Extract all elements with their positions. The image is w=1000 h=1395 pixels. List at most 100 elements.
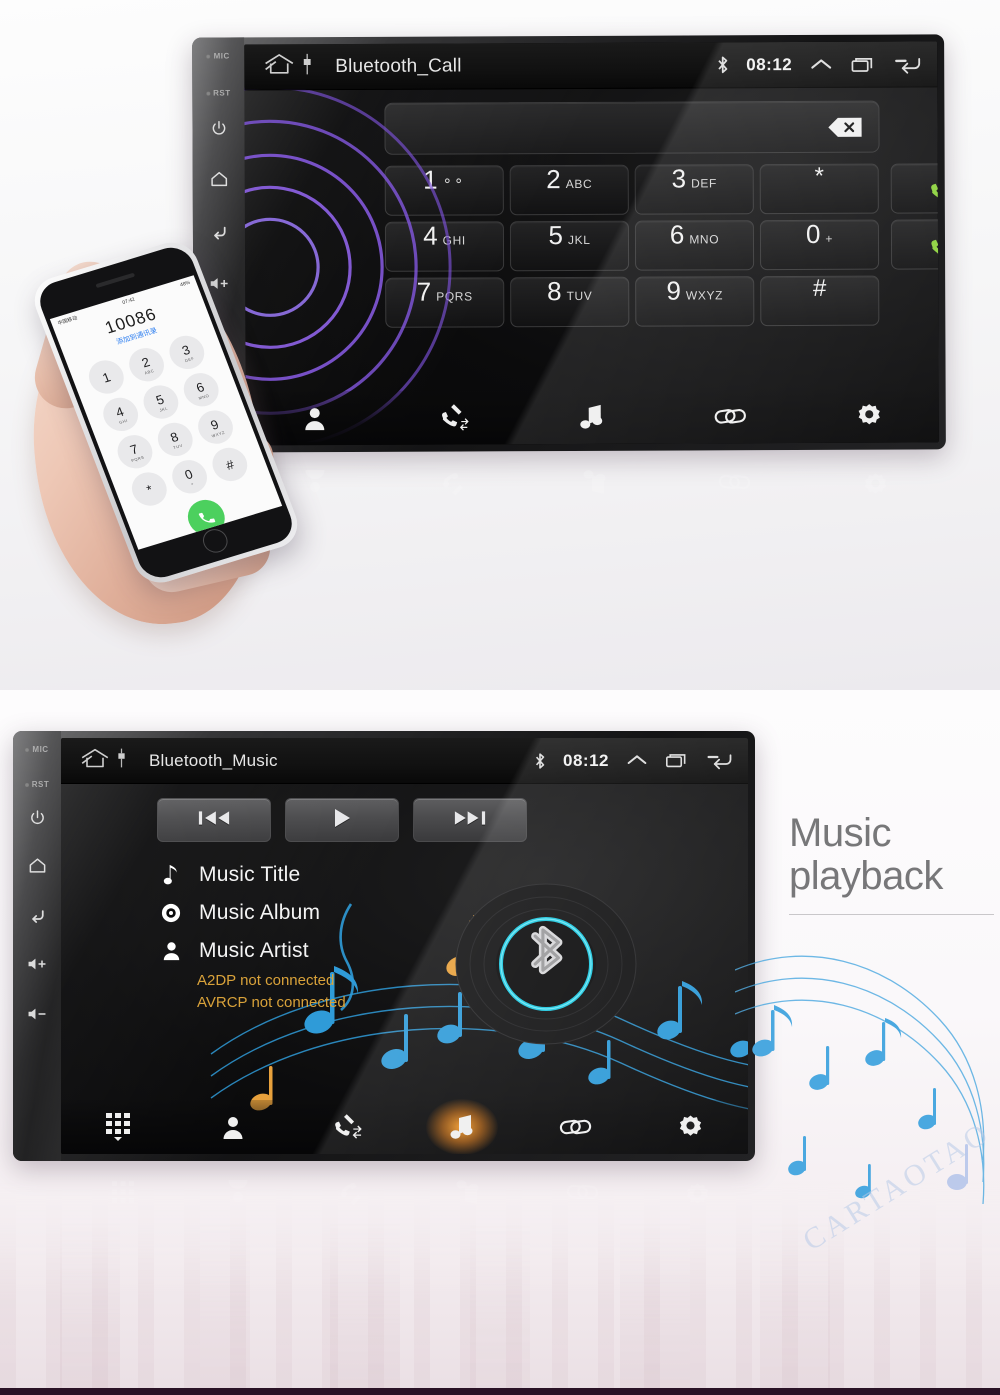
dial-key-3[interactable]: 3 DEF [634, 163, 754, 215]
person-icon [161, 941, 181, 961]
phone-dial-key[interactable]: 6 MNO [178, 368, 224, 411]
dial-key-letters: WXYZ [685, 288, 724, 303]
phone-dial-key[interactable]: 0 + [167, 455, 212, 498]
phone-number-input[interactable] [384, 100, 880, 155]
dial-key-4[interactable]: 4 GHI [384, 220, 505, 272]
play-button[interactable] [285, 798, 399, 842]
phone-dialpad[interactable]: 1 2 ABC 3 DEF 4 GHI 5 JKL 6 MNO 7 PQRS 8 TUV 9 WXYZ * 0 + # [83, 331, 254, 510]
phone-dial-key[interactable]: 1 [83, 356, 129, 398]
dial-key-star[interactable]: * [759, 163, 879, 215]
music-status-bar: Bluetooth_Music 08:12 [61, 738, 748, 784]
nav-music[interactable] [523, 403, 662, 432]
chevron-up-icon[interactable] [626, 753, 648, 768]
nav-call-history[interactable] [384, 403, 523, 432]
nav-music[interactable] [405, 1099, 520, 1154]
chevron-up-icon[interactable] [809, 56, 833, 72]
backspace-icon[interactable] [824, 115, 864, 139]
reset-label[interactable]: RST [24, 780, 50, 789]
dialpad-keys[interactable]: 1 ∘∘ 2 ABC 3 DEF * 4 GHI 5 JKL 6 MNO 0 + 7 PQRS 8 TUV 9 WXYZ… [384, 163, 880, 328]
nav-link[interactable] [519, 1115, 634, 1139]
phone-carrier: 中国移动 [57, 315, 79, 327]
back-arrow-icon[interactable] [706, 750, 734, 771]
home-shortcut-group[interactable] [79, 747, 127, 775]
nav-settings[interactable] [634, 1114, 749, 1141]
phone-tab-keypad[interactable] [239, 532, 252, 547]
phone-dial-key[interactable]: 9 WXYZ [193, 406, 238, 448]
phone-dial-key-digit: 2 [139, 353, 152, 370]
dial-key-0[interactable]: 0 + [759, 218, 880, 271]
dial-key-hash[interactable]: # [760, 274, 880, 327]
phone-dial-key[interactable]: 3 DEF [164, 331, 210, 374]
power-icon[interactable] [210, 119, 227, 136]
dial-key-digit: 1 [423, 164, 438, 195]
track-info-label: Music Album [199, 901, 321, 924]
redial-button[interactable]: RE [890, 219, 939, 270]
dial-key-2[interactable]: 2 ABC [509, 164, 629, 216]
recent-apps-icon[interactable] [850, 55, 876, 73]
skip-next-icon [453, 808, 487, 833]
home-shortcut-group[interactable] [262, 52, 313, 81]
phone-dial-key-letters: + [189, 480, 195, 487]
phone-dial-key[interactable]: 7 PQRS [112, 430, 158, 473]
nav-link[interactable] [661, 404, 800, 429]
home-icon[interactable] [209, 169, 228, 188]
dial-call-button[interactable] [890, 163, 939, 214]
dial-key-8[interactable]: 8 TUV [510, 276, 630, 328]
dial-key-7[interactable]: 7 PQRS [385, 277, 505, 328]
caption-line-1: Music [789, 811, 891, 855]
dial-key-digit: 3 [671, 163, 687, 194]
phone-dial-key[interactable]: 2 ABC [124, 343, 169, 386]
music-screen-title: Bluetooth_Music [149, 750, 278, 770]
track-info-row: Music Title [161, 856, 346, 894]
nav-dialpad[interactable] [61, 1112, 176, 1142]
track-info-label: Music Artist [199, 939, 309, 962]
phone-dial-key[interactable]: # [207, 443, 253, 486]
volume-down-icon[interactable] [27, 1006, 47, 1022]
dial-key-9[interactable]: 9 WXYZ [635, 276, 755, 327]
dial-key-1[interactable]: 1 ∘∘ [384, 164, 504, 216]
reset-label[interactable]: RST [206, 88, 231, 98]
screen-off-icon[interactable] [301, 52, 313, 81]
home-roof-icon[interactable] [262, 52, 296, 81]
phone-dial-key-digit: 9 [208, 416, 221, 433]
gear-icon [677, 1114, 704, 1141]
phone-dial-key[interactable]: 4 GHI [98, 393, 144, 436]
nav-call-history[interactable] [290, 1113, 405, 1141]
music-bottom-nav[interactable] [61, 1099, 749, 1154]
phone-dial-key[interactable]: 5 JKL [138, 381, 184, 423]
phone-tab-voicemail[interactable] [266, 524, 281, 537]
dial-key-digit: 4 [423, 220, 438, 251]
phone-home-button[interactable] [199, 526, 232, 556]
dial-key-digit: # [812, 274, 827, 302]
volume-up-icon[interactable] [27, 956, 47, 972]
status-clock: 08:12 [563, 750, 609, 770]
back-icon[interactable] [27, 905, 48, 926]
screen-off-icon[interactable] [116, 747, 127, 774]
mic-label: MIC [25, 745, 48, 754]
home-roof-icon[interactable] [79, 747, 111, 775]
hand-holding-phone: 中国移动 07:42 48% 10086 添加到通讯录 1 2 ABC 3 DEF 4 GH… [17, 236, 380, 638]
back-arrow-icon[interactable] [893, 53, 923, 75]
phone-dial-key[interactable]: 8 TUV [152, 418, 198, 461]
power-icon[interactable] [29, 809, 46, 826]
dial-key-digit: 2 [546, 164, 561, 195]
recent-apps-icon[interactable] [665, 752, 689, 769]
phone-dial-key-digit: # [223, 456, 237, 473]
phone-dial-key-digit: 4 [113, 403, 126, 420]
dial-key-5[interactable]: 5 JKL [509, 220, 630, 272]
previous-track-button[interactable] [157, 798, 271, 842]
nav-settings[interactable] [800, 402, 939, 430]
home-icon[interactable] [28, 856, 47, 875]
media-controls[interactable] [157, 798, 527, 842]
phone-tab-recents[interactable] [185, 549, 196, 550]
dial-key-digit: 6 [669, 219, 685, 250]
phone-dial-key[interactable]: * [126, 468, 172, 510]
mic-hole-icon [206, 54, 211, 59]
nav-contacts[interactable] [176, 1114, 291, 1140]
phone-dial-key-digit: * [144, 481, 155, 497]
next-track-button[interactable] [413, 798, 527, 842]
dial-key-letters: TUV [566, 288, 593, 304]
caption-block: Music playback [789, 811, 994, 916]
dial-key-6[interactable]: 6 MNO [634, 219, 755, 271]
dial-key-digit: 0 [805, 218, 821, 249]
